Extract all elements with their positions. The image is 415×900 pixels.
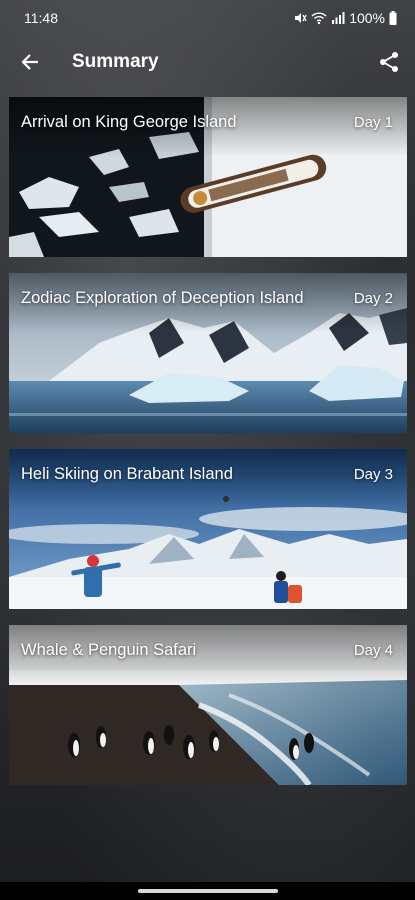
status-time: 11:48 <box>24 10 58 26</box>
day-list: Arrival on King George Island Day 1 Zodi… <box>9 97 407 801</box>
signal-icon <box>332 12 345 24</box>
system-nav-bar <box>0 882 415 900</box>
share-icon <box>380 52 398 72</box>
back-button[interactable] <box>0 36 60 88</box>
share-button[interactable] <box>363 36 415 88</box>
day-card-4[interactable]: Whale & Penguin Safari Day 4 <box>9 625 407 785</box>
day-card-1[interactable]: Arrival on King George Island Day 1 <box>9 97 407 257</box>
home-indicator[interactable] <box>137 889 278 893</box>
page-title: Summary <box>72 51 159 72</box>
status-icons: 100% <box>293 10 397 26</box>
arrow-back-icon <box>21 54 38 70</box>
day-title: Arrival on King George Island <box>21 113 237 131</box>
battery-icon <box>389 11 397 25</box>
battery-percent: 100% <box>349 10 385 26</box>
wifi-icon <box>311 12 327 25</box>
day-label: Day 1 <box>353 114 393 131</box>
day-label: Day 3 <box>353 466 393 483</box>
day-title: Whale & Penguin Safari <box>21 641 197 659</box>
app-bar: Summary <box>0 36 415 88</box>
day-title: Heli Skiing on Brabant Island <box>21 465 233 483</box>
status-bar: 11:48 100% <box>0 0 415 36</box>
day-label: Day 4 <box>353 642 393 659</box>
day-card-3[interactable]: Heli Skiing on Brabant Island Day 3 <box>9 449 407 609</box>
day-card-2[interactable]: Zodiac Exploration of Deception Island D… <box>9 273 407 433</box>
mute-icon <box>295 13 307 23</box>
day-title: Zodiac Exploration of Deception Island <box>21 289 304 307</box>
day-label: Day 2 <box>353 290 393 307</box>
